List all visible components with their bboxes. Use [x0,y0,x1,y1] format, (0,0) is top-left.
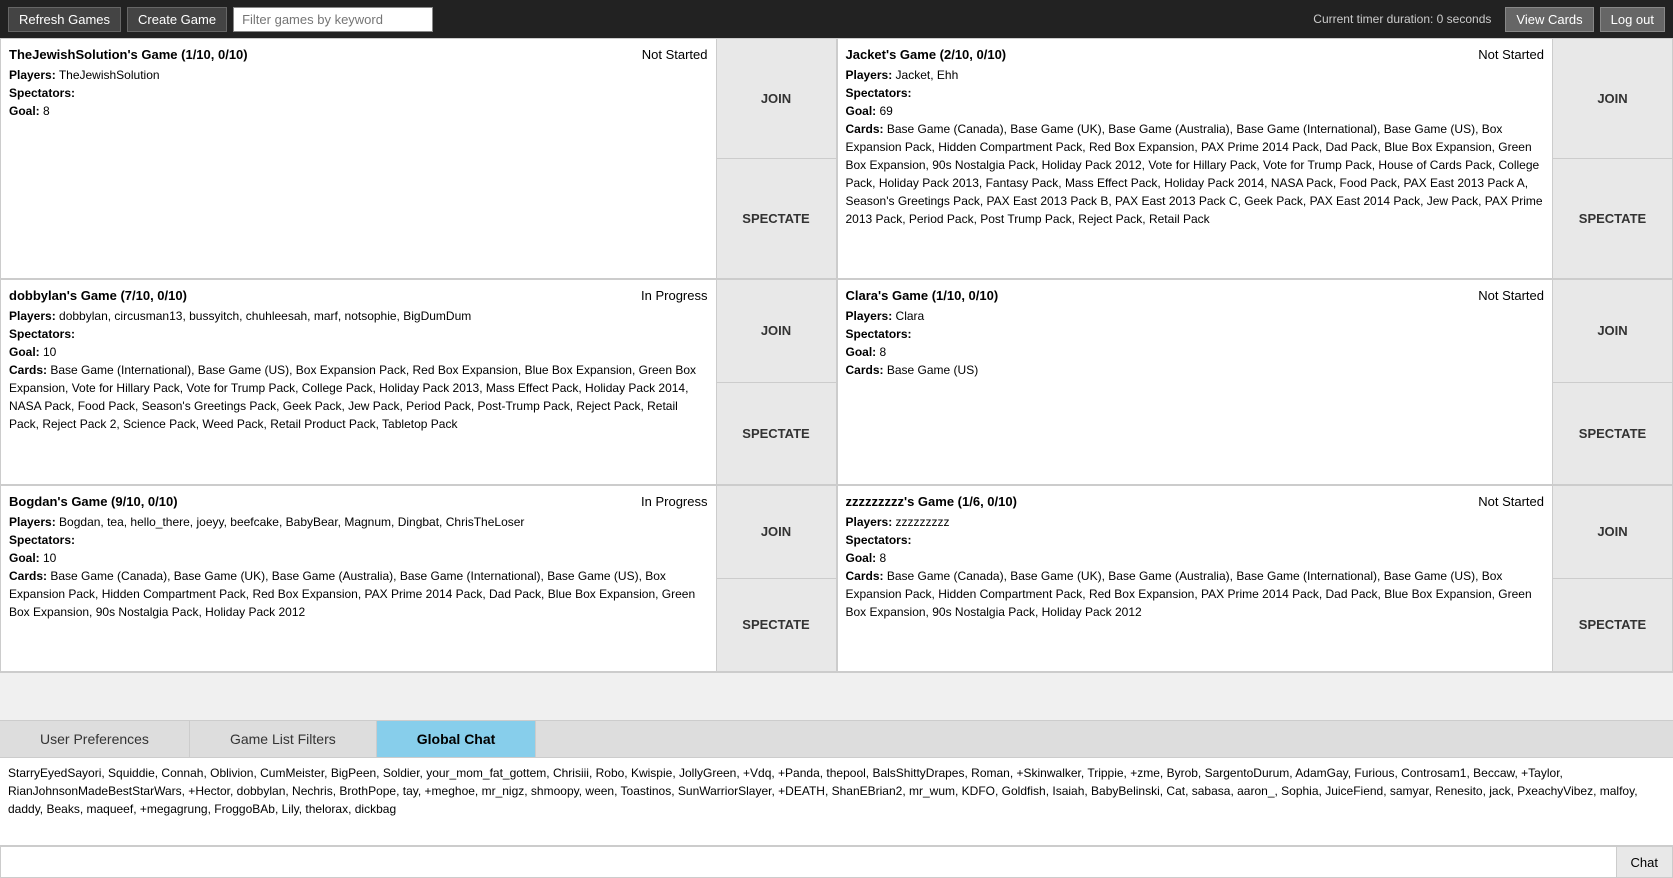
header: Refresh Games Create Game Current timer … [0,0,1673,38]
spectate-button[interactable]: SPECTATE [717,383,836,484]
join-button[interactable]: JOIN [717,39,836,159]
cards-label: Cards: [9,569,47,583]
goal-label: Goal: [846,104,877,118]
cards-label: Cards: [846,363,884,377]
game-info: zzzzzzzzz's Game (1/6, 0/10) Not Started P… [838,486,1553,671]
spectate-button[interactable]: SPECTATE [1553,383,1672,484]
tab-bar: User PreferencesGame List FiltersGlobal … [0,721,1673,758]
tab-user-prefs[interactable]: User Preferences [0,721,190,757]
game-detail: Players: dobbylan, circusman13, bussyitc… [9,307,708,433]
game-detail: Players: TheJewishSolutionSpectators:Goa… [9,66,708,120]
game-title: dobbylan's Game (7/10, 0/10) [9,288,187,303]
game-actions: JOINSPECTATE [1552,486,1672,671]
join-button[interactable]: JOIN [717,486,836,579]
spectators-label: Spectators: [9,86,75,100]
game-title: TheJewishSolution's Game (1/10, 0/10) [9,47,248,62]
refresh-games-button[interactable]: Refresh Games [8,7,121,32]
game-title: zzzzzzzzz's Game (1/6, 0/10) [846,494,1017,509]
join-button[interactable]: JOIN [717,280,836,382]
game-actions: JOINSPECTATE [716,486,836,671]
game-title: Clara's Game (1/10, 0/10) [846,288,999,303]
game-status: Not Started [1478,288,1544,303]
game-status: In Progress [641,288,707,303]
chat-input-row: Chat [0,846,1673,878]
game-card: Jacket's Game (2/10, 0/10) Not Started Pla… [837,38,1673,279]
game-detail: Players: zzzzzzzzzSpectators:Goal: 8Card… [846,513,1545,621]
spectate-button[interactable]: SPECTATE [717,579,836,671]
goal-label: Goal: [9,551,40,565]
goal-label: Goal: [9,345,40,359]
players-label: Players: [846,68,893,82]
game-info: TheJewishSolution's Game (1/10, 0/10) Not… [1,39,716,278]
spectators-label: Spectators: [846,86,912,100]
game-info: Bogdan's Game (9/10, 0/10) In Progress Pla… [1,486,716,671]
chat-input[interactable] [0,846,1617,878]
cards-label: Cards: [9,363,47,377]
game-status: Not Started [1478,47,1544,62]
timer-text: Current timer duration: 0 seconds [1313,12,1491,26]
join-button[interactable]: JOIN [1553,39,1672,159]
filter-input[interactable] [233,7,433,32]
game-list: TheJewishSolution's Game (1/10, 0/10) Not… [0,38,1673,673]
game-title: Jacket's Game (2/10, 0/10) [846,47,1007,62]
players-label: Players: [846,309,893,323]
game-info: Jacket's Game (2/10, 0/10) Not Started Pla… [838,39,1553,278]
chat-area: StarryEyedSayori, Squiddie, Connah, Obli… [0,758,1673,878]
chat-send-button[interactable]: Chat [1617,846,1673,878]
cards-label: Cards: [846,569,884,583]
game-actions: JOINSPECTATE [1552,39,1672,278]
spectate-button[interactable]: SPECTATE [1553,579,1672,671]
goal-label: Goal: [846,551,877,565]
logout-button[interactable]: Log out [1600,7,1665,32]
game-status: Not Started [1478,494,1544,509]
spectators-label: Spectators: [9,533,75,547]
game-info: Clara's Game (1/10, 0/10) Not Started Play… [838,280,1553,483]
game-title: Bogdan's Game (9/10, 0/10) [9,494,178,509]
view-cards-button[interactable]: View Cards [1505,7,1593,32]
game-detail: Players: ClaraSpectators:Goal: 8Cards: B… [846,307,1545,379]
join-button[interactable]: JOIN [1553,280,1672,382]
game-card: zzzzzzzzz's Game (1/6, 0/10) Not Started P… [837,485,1673,672]
game-card: dobbylan's Game (7/10, 0/10) In Progress P… [0,279,837,484]
spectators-label: Spectators: [846,327,912,341]
tab-game-list-filters[interactable]: Game List Filters [190,721,377,757]
goal-label: Goal: [846,345,877,359]
players-label: Players: [9,309,56,323]
spectate-button[interactable]: SPECTATE [717,159,836,278]
game-actions: JOINSPECTATE [716,39,836,278]
spectators-label: Spectators: [846,533,912,547]
game-actions: JOINSPECTATE [1552,280,1672,483]
game-card: Bogdan's Game (9/10, 0/10) In Progress Pla… [0,485,837,672]
players-label: Players: [846,515,893,529]
create-game-button[interactable]: Create Game [127,7,227,32]
join-button[interactable]: JOIN [1553,486,1672,579]
game-detail: Players: Bogdan, tea, hello_there, joeyy… [9,513,708,621]
game-card: Clara's Game (1/10, 0/10) Not Started Play… [837,279,1673,484]
game-actions: JOINSPECTATE [716,280,836,483]
game-detail: Players: Jacket, EhhSpectators:Goal: 69C… [846,66,1545,228]
bottom-panel: User PreferencesGame List FiltersGlobal … [0,720,1673,878]
chat-messages: StarryEyedSayori, Squiddie, Connah, Obli… [0,758,1673,846]
spectate-button[interactable]: SPECTATE [1553,159,1672,278]
game-card: TheJewishSolution's Game (1/10, 0/10) Not… [0,38,837,279]
game-info: dobbylan's Game (7/10, 0/10) In Progress P… [1,280,716,483]
tab-global-chat[interactable]: Global Chat [377,721,537,757]
game-status: In Progress [641,494,707,509]
spectators-label: Spectators: [9,327,75,341]
cards-label: Cards: [846,122,884,136]
players-label: Players: [9,515,56,529]
goal-label: Goal: [9,104,40,118]
game-status: Not Started [642,47,708,62]
players-label: Players: [9,68,56,82]
